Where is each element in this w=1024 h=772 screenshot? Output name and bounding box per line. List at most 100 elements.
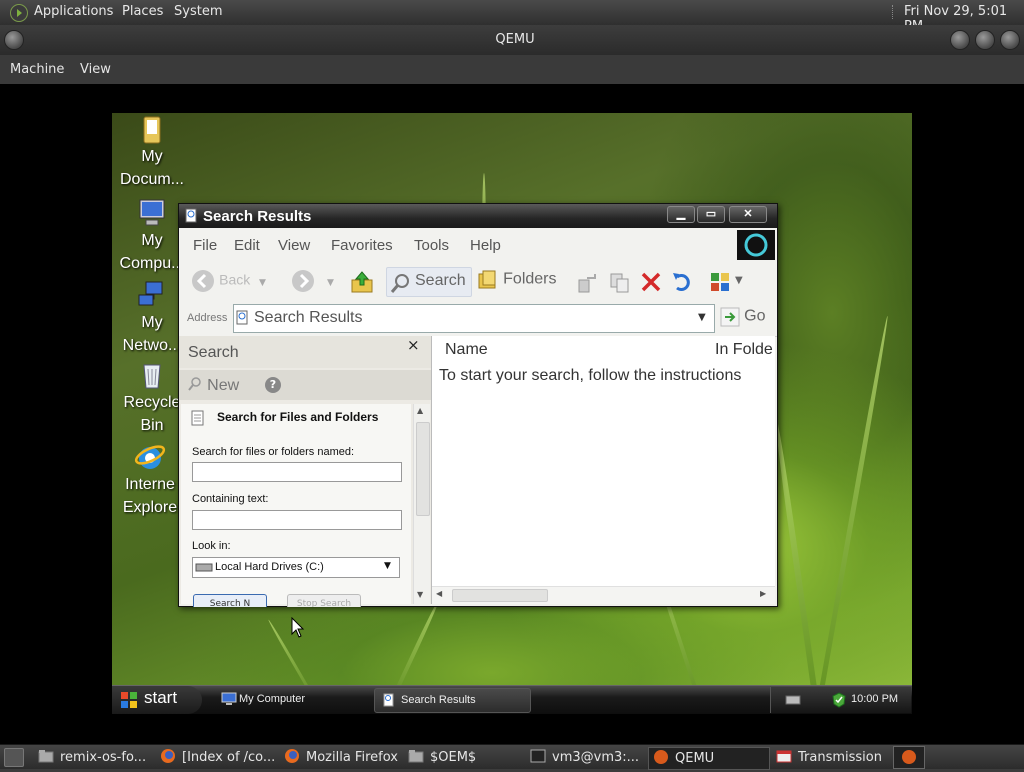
security-alert-icon[interactable] xyxy=(831,692,847,708)
column-name[interactable]: Name xyxy=(445,341,488,359)
search-pane-header: Search × xyxy=(179,336,431,368)
gnome-foot-icon[interactable] xyxy=(10,4,28,22)
column-in-folder[interactable]: In Folde xyxy=(715,341,773,359)
new-search-button[interactable]: New xyxy=(187,376,239,395)
host-task-index-of[interactable]: [Index of /co... xyxy=(160,747,278,768)
top-panel: Applications Places System Fri Nov 29, 5… xyxy=(0,0,1024,34)
views-dropdown-icon[interactable]: ▼ xyxy=(735,275,743,286)
window-titlebar[interactable]: Search Results ▁ ▭ ✕ xyxy=(179,204,777,228)
back-dropdown-icon[interactable]: ▼ xyxy=(259,278,266,288)
host-task-label: Mozilla Firefox xyxy=(306,750,398,765)
stop-search-button[interactable]: Stop Search xyxy=(287,594,361,607)
xp-taskbar: start My Computer Search Results 10:00 P… xyxy=(112,685,912,714)
forward-button[interactable] xyxy=(291,269,315,297)
places-menu[interactable]: Places xyxy=(122,4,163,19)
menu-tools[interactable]: Tools xyxy=(414,237,449,254)
undo-icon[interactable] xyxy=(671,271,693,293)
host-task-remix-os[interactable]: remix-os-fo... xyxy=(38,747,152,768)
desktop-icon-my-documents[interactable]: My Docum... xyxy=(112,113,192,191)
host-taskbar: remix-os-fo... [Index of /co... Mozilla … xyxy=(0,744,1024,770)
search-window-icon xyxy=(185,208,197,223)
folders-button[interactable]: Folders xyxy=(477,268,557,292)
host-task-oem[interactable]: $OEM$ xyxy=(408,747,522,768)
move-to-icon[interactable] xyxy=(577,272,599,294)
host-task-terminal[interactable]: vm3@vm3:... xyxy=(530,747,644,768)
system-menu[interactable]: System xyxy=(174,4,222,19)
scroll-right-icon[interactable]: ▶ xyxy=(760,589,766,598)
applications-menu[interactable]: Applications xyxy=(34,4,113,19)
window-minimize-button[interactable]: ▁ xyxy=(667,206,695,223)
forward-dropdown-icon[interactable]: ▼ xyxy=(327,278,334,288)
show-desktop-icon[interactable] xyxy=(4,748,24,767)
keyboard-icon[interactable] xyxy=(785,695,801,705)
search-pane-subbar: New ? xyxy=(179,370,431,400)
computer-icon xyxy=(139,199,165,226)
menu-file[interactable]: File xyxy=(193,237,217,254)
menu-favorites[interactable]: Favorites xyxy=(331,237,393,254)
scroll-left-icon[interactable]: ◀ xyxy=(436,589,442,598)
workspace-switcher[interactable] xyxy=(893,746,925,769)
view-menu[interactable]: View xyxy=(80,62,111,77)
xp-task-search-results[interactable]: Search Results xyxy=(374,688,531,713)
host-task-label: vm3@vm3:... xyxy=(552,750,640,765)
scroll-thumb[interactable] xyxy=(416,422,430,516)
menu-view[interactable]: View xyxy=(278,237,310,254)
named-input[interactable] xyxy=(192,462,402,482)
help-icon[interactable]: ? xyxy=(265,377,281,393)
delete-icon[interactable] xyxy=(640,271,662,293)
windows-logo-throbber xyxy=(737,230,775,260)
qemu-titlebar[interactable]: QEMU xyxy=(0,25,1024,55)
lookin-dropdown-icon[interactable]: ▼ xyxy=(384,561,391,571)
window-maximize-button[interactable]: ▭ xyxy=(697,206,725,223)
hscroll-thumb[interactable] xyxy=(452,589,548,602)
menu-edit[interactable]: Edit xyxy=(234,237,260,254)
scroll-down-icon[interactable]: ▼ xyxy=(417,590,423,599)
xp-task-label: My Computer xyxy=(239,693,306,705)
grass-blade xyxy=(386,597,442,685)
host-task-mozilla-firefox[interactable]: Mozilla Firefox xyxy=(284,747,402,768)
containing-label: Containing text: xyxy=(192,493,269,505)
xp-task-my-computer[interactable]: My Computer xyxy=(215,688,370,711)
minimize-icon[interactable] xyxy=(950,30,970,50)
up-folder-icon xyxy=(351,271,373,293)
window-toolbar: Back ▼ ▼ Search Folders ▼ xyxy=(179,262,777,303)
views-icon[interactable] xyxy=(709,271,731,293)
search-pane-close-icon[interactable]: × xyxy=(407,336,420,354)
desktop-icon-internet-explorer[interactable]: Interne Explore xyxy=(112,441,188,519)
address-dropdown-icon[interactable]: ▼ xyxy=(698,312,706,323)
host-task-transmission[interactable]: Transmission xyxy=(776,747,890,768)
search-now-button[interactable]: Search N xyxy=(193,594,267,607)
firefox-icon xyxy=(161,749,175,763)
host-task-label: Transmission xyxy=(798,750,882,765)
maximize-icon[interactable] xyxy=(975,30,995,50)
window-menubar: File Edit View Favorites Tools Help xyxy=(179,228,777,263)
window-title: Search Results xyxy=(203,208,312,225)
go-button[interactable]: Go xyxy=(720,307,765,327)
start-button[interactable]: start xyxy=(112,686,202,714)
search-results-window[interactable]: Search Results ▁ ▭ ✕ File Edit View Favo… xyxy=(178,203,778,607)
document-search-icon xyxy=(191,410,204,426)
close-icon[interactable] xyxy=(1000,30,1020,50)
host-task-label: remix-os-fo... xyxy=(60,750,147,765)
grass-blade xyxy=(772,413,818,685)
lookin-select[interactable]: Local Hard Drives (C:) ▼ xyxy=(192,557,400,578)
folders-icon xyxy=(478,270,496,289)
containing-input[interactable] xyxy=(192,510,402,530)
search-toggle-label: Search xyxy=(415,272,466,289)
search-pane-scrollbar[interactable]: ▲ ▼ xyxy=(413,404,430,604)
xp-clock[interactable]: 10:00 PM xyxy=(851,693,898,705)
search-toggle-button[interactable]: Search xyxy=(386,267,472,297)
scroll-up-icon[interactable]: ▲ xyxy=(417,406,423,415)
address-field[interactable]: Search Results ▼ xyxy=(233,304,715,333)
window-close-button[interactable]: ✕ xyxy=(729,206,767,223)
menu-help[interactable]: Help xyxy=(470,237,501,254)
up-folder-button[interactable] xyxy=(349,270,375,298)
results-hscrollbar[interactable]: ◀ ▶ xyxy=(432,586,775,604)
back-button[interactable]: Back xyxy=(191,269,250,293)
recycle-bin-icon xyxy=(143,364,161,389)
address-label: Address xyxy=(187,312,228,324)
host-task-qemu[interactable]: QEMU xyxy=(648,747,770,770)
copy-to-icon[interactable] xyxy=(609,272,631,294)
machine-menu[interactable]: Machine xyxy=(10,62,64,77)
folder-icon xyxy=(38,750,54,763)
